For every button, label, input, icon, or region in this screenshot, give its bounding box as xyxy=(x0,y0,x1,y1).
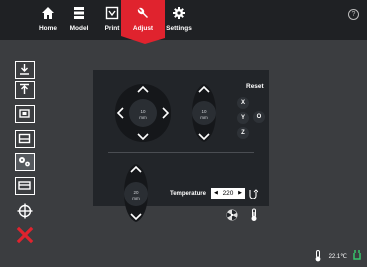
extruder-jog-control: 20 mm xyxy=(124,164,148,222)
gear-icon xyxy=(173,7,185,19)
tab-model[interactable]: Model xyxy=(63,2,95,36)
model-icon xyxy=(74,7,84,19)
top-nav-bar: Home Model Print Adjust Settings ? xyxy=(0,0,367,44)
print-icon xyxy=(105,6,119,20)
heater-icon[interactable] xyxy=(249,208,259,222)
tab-home-label: Home xyxy=(38,25,58,32)
extruder-step-unit: mm xyxy=(132,196,140,201)
layer-button[interactable] xyxy=(15,130,35,148)
crosshair-icon xyxy=(17,203,33,219)
fan-icon[interactable] xyxy=(226,209,238,221)
calibration-button[interactable] xyxy=(15,177,35,195)
upload-icon xyxy=(20,83,29,94)
z-step-unit: mm xyxy=(200,115,208,120)
help-button[interactable]: ? xyxy=(348,9,359,20)
tab-settings-label: Settings xyxy=(166,25,192,32)
tab-settings[interactable]: Settings xyxy=(161,2,197,36)
home-icon xyxy=(42,7,54,19)
app-window: Home Model Print Adjust Settings ? 10 mm… xyxy=(0,0,367,267)
frame-button[interactable] xyxy=(15,105,35,123)
gears-button[interactable] xyxy=(15,153,35,171)
z-step-value: 10 xyxy=(201,109,207,114)
home-x-button[interactable]: X xyxy=(237,97,249,109)
frame-icon xyxy=(19,109,30,118)
home-z-button[interactable]: Z xyxy=(237,127,249,139)
z-jog-control: 10 mm xyxy=(192,84,216,142)
tab-adjust[interactable]: Adjust xyxy=(127,2,159,36)
home-all-button[interactable]: O xyxy=(253,111,265,123)
layer-icon xyxy=(18,133,31,144)
reset-label: Reset xyxy=(246,83,264,90)
temperature-increase-button[interactable]: ▶ xyxy=(238,188,242,199)
xy-step-value: 10 xyxy=(140,109,146,114)
gears-icon xyxy=(19,157,30,167)
xy-jog-wheel: 10 mm xyxy=(114,83,172,142)
extruder-step-value: 20 xyxy=(133,190,139,195)
tab-home[interactable]: Home xyxy=(32,2,64,36)
calibration-icon xyxy=(18,181,31,190)
xy-step-unit: mm xyxy=(139,115,147,120)
cancel-button[interactable] xyxy=(15,225,35,244)
panel-divider xyxy=(108,152,254,153)
tab-adjust-label: Adjust xyxy=(132,25,154,32)
close-icon xyxy=(16,226,34,244)
download-button[interactable] xyxy=(15,61,35,79)
temperature-input[interactable]: ◀ 220 ▶ xyxy=(211,188,245,199)
reset-temperature-icon[interactable] xyxy=(248,188,258,199)
upload-button[interactable] xyxy=(15,81,35,99)
status-temperature: 22.1℃ xyxy=(328,254,347,260)
download-icon xyxy=(20,64,29,75)
temperature-label: Temperature xyxy=(170,191,206,197)
tab-model-label: Model xyxy=(69,25,89,32)
home-y-button[interactable]: Y xyxy=(237,112,249,124)
connection-status-icon xyxy=(353,250,361,260)
crosshair-button[interactable] xyxy=(15,202,35,220)
status-thermometer-icon xyxy=(315,250,321,262)
wrench-icon xyxy=(137,7,148,18)
